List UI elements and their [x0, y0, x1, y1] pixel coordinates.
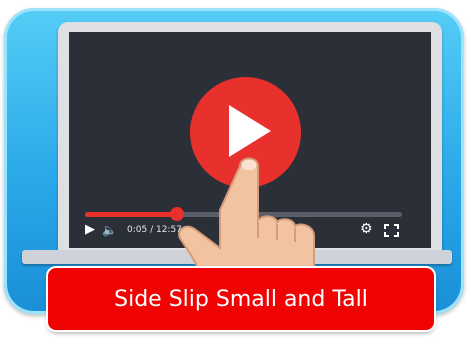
volume-icon[interactable]: 🔈 — [102, 222, 117, 238]
pointing-hand-icon — [178, 150, 328, 279]
title-banner: Side Slip Small and Tall — [48, 268, 434, 330]
play-icon[interactable]: ▶ — [85, 222, 95, 238]
time-display: 0:05 / 12:57 — [127, 225, 182, 235]
fullscreen-icon[interactable] — [384, 222, 399, 237]
banner-title: Side Slip Small and Tall — [114, 286, 368, 312]
gear-icon[interactable]: ⚙ — [360, 221, 373, 237]
progress-fill — [85, 212, 177, 217]
